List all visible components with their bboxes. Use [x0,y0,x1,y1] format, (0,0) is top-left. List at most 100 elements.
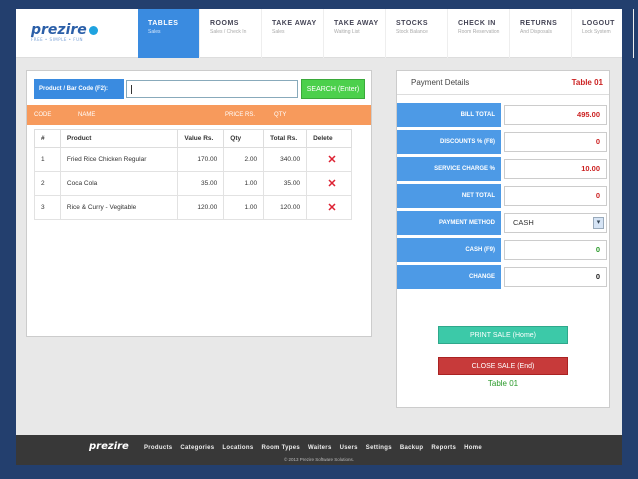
th-number: # [34,129,61,148]
close-sale-button[interactable]: CLOSE SALE (End) [438,357,568,375]
row-total: 120.00 [263,195,308,220]
th-product: Product [59,129,179,148]
nav-tables-0[interactable]: TABLES Sales [138,9,200,58]
nav-take-away-2[interactable]: TAKE AWAY Sales [262,9,324,58]
brand-logo-text: prezire [31,22,87,38]
footer-logo: prezire [89,441,129,452]
payment-header: Payment Details Table 01 [397,71,609,95]
payment-label: PAYMENT METHOD [397,211,501,235]
footer-link-locations[interactable]: Locations [222,445,253,451]
footer-link-users[interactable]: Users [340,445,358,451]
payment-value-field[interactable]: 0 [504,186,607,206]
row-delete-cell: ✕ [306,195,352,220]
nav-title: STOCKS [396,20,429,27]
row-total: 340.00 [263,147,308,172]
col-qty-label: QTY [274,112,287,118]
nav-stocks-4[interactable]: STOCKS Stock Balance [386,9,448,58]
footer-link-settings[interactable]: Settings [366,445,392,451]
order-panel: Product / Bar Code (F2): SEARCH (Enter) … [26,70,372,337]
nav-subtitle: Stock Balance [396,29,428,35]
row-delete-cell: ✕ [306,147,352,172]
nav-logout-7[interactable]: LOGOUT Lock System [572,9,634,58]
brand-logo[interactable]: prezire FREE • SIMPLE • FUN [31,22,98,42]
row-qty[interactable]: 1.00 [223,195,265,220]
payment-label: DISCOUNTS % (F8) [397,130,501,154]
row-value: 170.00 [177,147,225,172]
payment-label: NET TOTAL [397,184,501,208]
nav-subtitle: Waiting List [334,29,360,35]
payment-value-field[interactable]: 0 [504,132,607,152]
nav-subtitle: Lock System [582,29,611,35]
selected-table-label: Table 01 [487,379,519,388]
footer-link-home[interactable]: Home [464,445,482,451]
delete-icon[interactable]: ✕ [313,201,351,214]
nav-take-away-3[interactable]: TAKE AWAY Waiting List [324,9,386,58]
nav-subtitle: Sales [148,29,161,35]
payment-row-payment-method: PAYMENT METHOD CASH ▾ [397,211,609,235]
table-header-row: # Product Value Rs. Qty Total Rs. Delete [34,129,352,148]
row-number: 2 [34,171,61,196]
footer-link-waiters[interactable]: Waiters [308,445,332,451]
row-number: 1 [34,147,61,172]
nav-subtitle: And Disposals [520,29,552,35]
brand-tagline: FREE • SIMPLE • FUN [31,37,83,42]
order-items-table: # Product Value Rs. Qty Total Rs. Delete… [34,129,352,220]
payment-label: CASH (F9) [397,238,501,262]
row-value: 120.00 [177,195,225,220]
payment-title: Payment Details [411,78,470,87]
row-delete-cell: ✕ [306,171,352,196]
th-delete: Delete [306,129,352,148]
delete-icon[interactable]: ✕ [313,177,351,190]
payment-value-field[interactable]: 10.00 [504,159,607,179]
print-sale-button[interactable]: PRINT SALE (Home) [438,326,568,344]
payment-method-select[interactable]: CASH ▾ [504,213,607,233]
footer-link-backup[interactable]: Backup [400,445,423,451]
footer-link-room-types[interactable]: Room Types [261,445,300,451]
delete-icon[interactable]: ✕ [313,153,351,166]
logo-swirl-icon [88,25,98,35]
search-button[interactable]: SEARCH (Enter) [301,79,365,99]
payment-row-cash-f9: CASH (F9) 0 [397,238,609,262]
nav-check-in-5[interactable]: CHECK IN Room Reservation [448,9,510,58]
col-code-label: CODE [34,112,52,118]
row-total: 35.00 [263,171,308,196]
payment-row-service-charge: SERVICE CHARGE % 10.00 [397,157,609,181]
payment-label: SERVICE CHARGE % [397,157,501,181]
th-total: Total Rs. [263,129,308,148]
chevron-down-icon[interactable]: ▾ [593,217,604,229]
nav-title: CHECK IN [458,20,496,27]
payment-value-field[interactable]: 495.00 [504,105,607,125]
footer-link-categories[interactable]: Categories [180,445,214,451]
payment-value-field[interactable]: 0 [504,267,607,287]
footer-link-reports[interactable]: Reports [431,445,456,451]
product-search-label: Product / Bar Code (F2): [34,79,124,99]
nav-title: TABLES [148,20,179,27]
product-search-input[interactable] [126,80,298,98]
table-row: 1 Fried Rice Chicken Regular 170.00 2.00 340… [34,147,352,172]
payment-panel: Payment Details Table 01 BILL TOTAL 495.0… [396,70,610,408]
top-navbar: prezire FREE • SIMPLE • FUN TABLES Sales R… [16,9,634,58]
main-nav: TABLES Sales ROOMS Sales / Check In TAKE AWA… [138,9,634,58]
footer-link-products[interactable]: Products [144,445,172,451]
row-qty[interactable]: 2.00 [223,147,265,172]
footer-links: Products Categories Locations Room Types Wai… [144,445,482,451]
row-value: 35.00 [177,171,225,196]
copyright: © 2013 Prezire Software Solutions. [283,457,355,462]
nav-returns-6[interactable]: RETURNS And Disposals [510,9,572,58]
row-product: Fried Rice Chicken Regular [59,147,179,172]
nav-subtitle: Room Reservation [458,29,500,35]
product-search-row: Product / Bar Code (F2): SEARCH (Enter) [34,79,365,99]
payment-value-field[interactable]: 0 [504,240,607,260]
col-price-label: PRICE RS. [225,112,256,118]
payment-row-bill-total: BILL TOTAL 495.00 [397,103,609,127]
table-name: Table 01 [571,78,603,87]
product-header-bar: CODE NAME PRICE RS. QTY [27,105,371,125]
th-qty: Qty [223,129,265,148]
app-window: prezire FREE • SIMPLE • FUN TABLES Sales R… [16,9,634,465]
footer: prezire Products Categories Locations Room … [16,435,622,465]
nav-rooms-1[interactable]: ROOMS Sales / Check In [200,9,262,58]
payment-label: BILL TOTAL [397,103,501,127]
row-qty[interactable]: 1.00 [223,171,265,196]
nav-title: RETURNS [520,20,558,27]
th-value: Value Rs. [177,129,225,148]
